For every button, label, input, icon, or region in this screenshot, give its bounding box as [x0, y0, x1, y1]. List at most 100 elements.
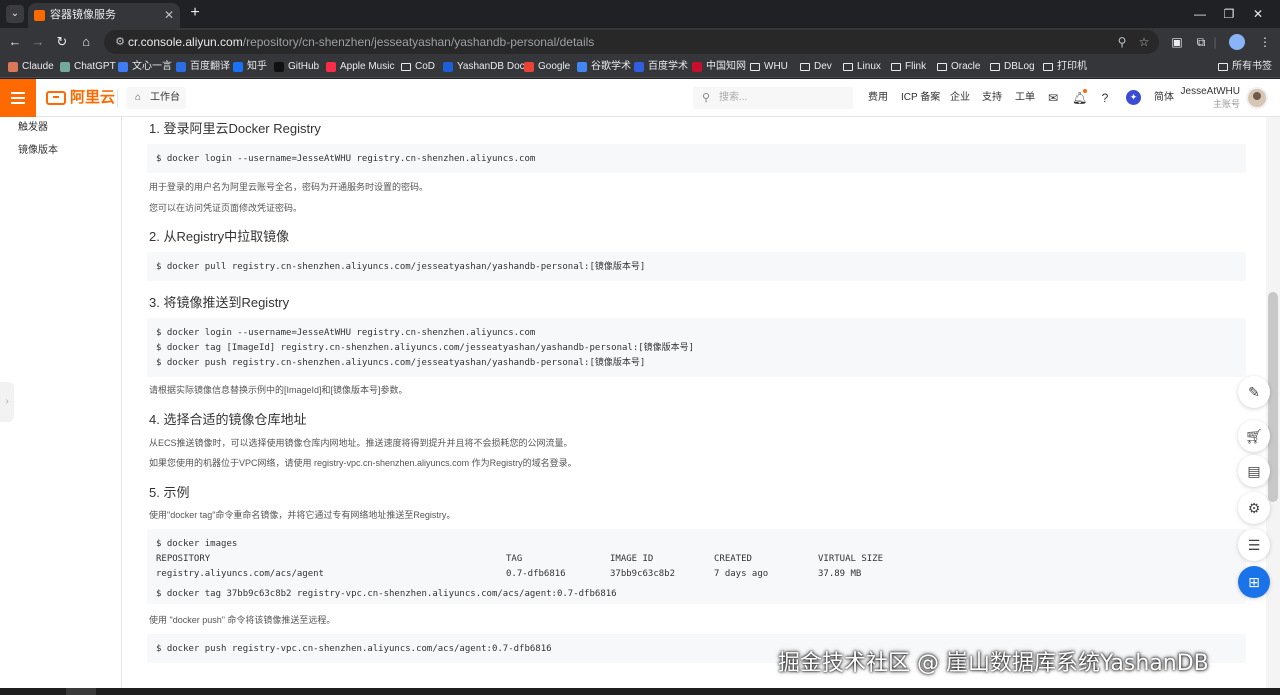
taskbar-item[interactable] [66, 688, 96, 695]
site-info-icon[interactable]: ⚙ [112, 34, 128, 50]
reload-icon[interactable]: ↻ [52, 32, 72, 52]
minimize-icon[interactable]: — [1186, 4, 1214, 24]
cast-icon[interactable]: ▣ [1168, 33, 1186, 51]
bookmark-google-scholar[interactable]: 谷歌学术 [577, 59, 631, 75]
sidebar-item-image-versions[interactable]: 镜像版本 [18, 144, 58, 158]
bookmark-yashandb-doc[interactable]: YashanDB Doc [443, 59, 525, 75]
chrome-menu-icon[interactable]: ⋮ [1256, 33, 1274, 51]
os-taskbar [0, 688, 1280, 695]
bookmark-folder-dev[interactable]: Dev [800, 59, 832, 75]
bookmark-folder-printer[interactable]: 打印机 [1043, 59, 1087, 75]
header-link-support[interactable]: 支持 [982, 79, 1002, 117]
notification-bell-icon[interactable]: 🔔︎ [1072, 91, 1087, 105]
bookmark-folder-flink[interactable]: Flink [891, 59, 926, 75]
bookmark-favicon-icon [176, 62, 186, 72]
avatar[interactable] [1246, 87, 1268, 109]
cart-icon[interactable]: 🛒︎ [1238, 420, 1270, 452]
notification-dot [1083, 89, 1087, 93]
window-close-icon[interactable]: ✕ [1244, 4, 1272, 24]
tab-search-icon[interactable]: ⌄ [6, 5, 24, 23]
bookmark-google[interactable]: Google [524, 59, 570, 75]
header-link-enterprise[interactable]: 企业 [950, 79, 970, 117]
console-search-input[interactable]: ⚲ 搜索... [693, 87, 853, 109]
document-icon[interactable]: ▤ [1238, 455, 1270, 487]
header-link-billing[interactable]: 费用 [868, 79, 888, 117]
example-note-2: 使用 "docker push" 命令将该镜像推送至远程。 [149, 615, 336, 625]
login-note-2: 您可以在访问凭证页面修改凭证密码。 [149, 203, 303, 213]
bookmarks-bar: Claude ChatGPT 文心一言 百度翻译 知乎 GitHub Apple… [0, 56, 1280, 78]
gear-icon[interactable]: ⚙ [1238, 492, 1270, 524]
bookmark-apple-music[interactable]: Apple Music [326, 59, 394, 75]
bookmark-folder-linux[interactable]: Linux [843, 59, 881, 75]
account-name[interactable]: JesseAtWHU [1160, 85, 1240, 98]
tab-close-icon[interactable]: ✕ [164, 3, 174, 28]
code-line: $ docker tag [ImageId] registry.cn-shenz… [156, 343, 695, 353]
header-link-icp[interactable]: ICP 备案 [901, 79, 940, 117]
header-link-ticket[interactable]: 工单 [1015, 79, 1035, 117]
watermark: 掘金技术社区 @ 崖山数据库系统YashanDB [778, 651, 1209, 676]
console-header: 阿里云 ⌂ 工作台 ⚲ 搜索... 费用 ICP 备案 企业 支持 工单 ✉ 🔔… [0, 79, 1280, 117]
table-header: VIRTUAL SIZE [818, 554, 884, 564]
section-title-login: 1. 登录阿里云Docker Registry [149, 121, 321, 136]
restore-icon[interactable]: ❐ [1215, 4, 1243, 24]
message-icon[interactable]: ✉ [1046, 91, 1060, 105]
login-note-1: 用于登录的用户名为阿里云账号全名，密码为开通服务时设置的密码。 [149, 182, 429, 192]
repository-guide: 1. 登录阿里云Docker Registry $ docker login -… [123, 117, 1264, 688]
address-bar[interactable]: ⚙ cr.console.aliyun.com/repository/cn-sh… [104, 30, 1159, 54]
bookmark-favicon-icon [634, 62, 644, 72]
edit-icon[interactable]: ✎ [1238, 376, 1270, 408]
zoom-icon[interactable]: ⚲ [1114, 34, 1130, 50]
bookmark-favicon-icon [524, 62, 534, 72]
bookmark-favicon-icon [233, 62, 243, 72]
example-note-1: 使用"docker tag"命令重命名镜像，并将它通过专有网络地址推送至Regi… [149, 510, 456, 520]
bookmark-baidu-scholar[interactable]: 百度学术 [634, 59, 688, 75]
address-url: cr.console.aliyun.com/repository/cn-shen… [128, 35, 595, 49]
bookmark-claude[interactable]: Claude [8, 59, 54, 75]
bookmark-star-icon[interactable]: ☆ [1136, 34, 1152, 50]
sidebar-collapse-handle[interactable]: › [0, 382, 14, 422]
page-body: 触发器 镜像版本 › 1. 登录阿里云Docker Registry $ doc… [0, 117, 1280, 688]
profile-icon[interactable] [1229, 34, 1245, 50]
bookmark-chatgpt[interactable]: ChatGPT [60, 59, 116, 75]
home-icon[interactable]: ⌂ [76, 32, 96, 52]
bookmark-zhihu[interactable]: 知乎 [233, 59, 267, 75]
table-cell: 0.7-dfb6816 [506, 569, 566, 579]
aliyun-logo-icon [46, 91, 66, 105]
account-role: 主账号 [1212, 99, 1240, 109]
bookmark-cnki[interactable]: 中国知网 [692, 59, 746, 75]
all-bookmarks-folder[interactable]: 所有书签 [1218, 59, 1272, 75]
bookmark-github[interactable]: GitHub [274, 59, 319, 75]
new-tab-icon[interactable]: + [186, 4, 204, 22]
bookmark-folder-oracle[interactable]: Oracle [937, 59, 980, 75]
section-title-example: 5. 示例 [149, 485, 190, 500]
bookmark-folder-dblog[interactable]: DBLog [990, 59, 1035, 75]
push-note: 请根据实际镜像信息替换示例中的[ImageId]和[镜像版本号]参数。 [149, 385, 408, 395]
bookmark-folder-whu[interactable]: WHU [750, 59, 788, 75]
folder-icon [800, 63, 810, 71]
workbench-button[interactable]: ⌂ 工作台 [126, 87, 186, 109]
bookmark-favicon-icon [118, 62, 128, 72]
browser-toolbar: ← → ↻ ⌂ ⚙ cr.console.aliyun.com/reposito… [0, 28, 1280, 56]
folder-icon [990, 63, 1000, 71]
bookmark-baidu-translate[interactable]: 百度翻译 [176, 59, 230, 75]
bookmark-favicon-icon [692, 62, 702, 72]
code-line: $ docker pull registry.cn-shenzhen.aliyu… [156, 262, 646, 272]
aliyun-logo[interactable]: 阿里云 [46, 89, 115, 107]
folder-icon [843, 63, 853, 71]
table-cell: registry.aliyuncs.com/acs/agent [156, 569, 324, 579]
ai-assistant-icon[interactable]: ✦ [1126, 90, 1141, 105]
address-note-1: 从ECS推送镜像时，可以选择使用镜像仓库内网地址。推送速度将得到提升并且将不会损… [149, 438, 573, 448]
back-icon[interactable]: ← [5, 32, 25, 52]
help-icon[interactable]: ? [1098, 91, 1112, 105]
bookmark-folder-cod[interactable]: CoD [401, 59, 435, 75]
apps-grid-icon[interactable]: ⊞ [1238, 566, 1270, 598]
bookmark-wenxin[interactable]: 文心一言 [118, 59, 172, 75]
chat-icon[interactable]: ☰ [1238, 529, 1270, 561]
code-line: $ docker push registry.cn-shenzhen.aliyu… [156, 358, 646, 368]
menu-hamburger-icon[interactable] [0, 79, 36, 117]
browser-tab-active[interactable]: 容器镜像服务 ✕ [28, 3, 180, 28]
floating-toolbar: ✎ 🛒︎ ▤ ⚙ ☰ ⊞ [1238, 372, 1270, 602]
sidebar-item-trigger[interactable]: 触发器 [18, 121, 48, 135]
table-header: IMAGE ID [610, 554, 654, 564]
forward-icon[interactable]: → [28, 32, 48, 52]
